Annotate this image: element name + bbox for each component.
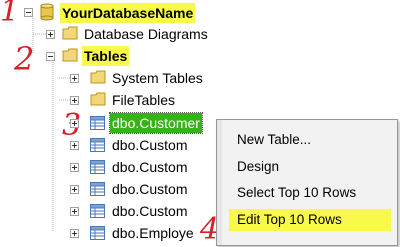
- database-node-label[interactable]: YourDatabaseName: [60, 3, 196, 23]
- context-menu: New Table... Design Select Top 10 Rows E…: [216, 119, 398, 246]
- expand-system-tables-toggle[interactable]: [70, 74, 79, 83]
- table-icon: [90, 116, 105, 130]
- expand-filetables-toggle[interactable]: [70, 96, 79, 105]
- table-label[interactable]: dbo.Custom: [110, 157, 189, 177]
- table-icon: [90, 204, 105, 218]
- menu-item-new-table[interactable]: New Table...: [237, 129, 311, 151]
- table-icon: [90, 160, 105, 174]
- menu-item-edit-top-10-rows[interactable]: Edit Top 10 Rows: [229, 209, 391, 231]
- table-label[interactable]: dbo.Employe: [110, 223, 196, 243]
- database-diagrams-label[interactable]: Database Diagrams: [82, 24, 210, 44]
- annotation-2: 2: [14, 40, 35, 78]
- database-icon: [40, 3, 54, 21]
- folder-icon: [62, 26, 78, 40]
- expand-table-toggle[interactable]: [70, 185, 79, 194]
- system-tables-label[interactable]: System Tables: [110, 68, 205, 88]
- table-label[interactable]: dbo.Custom: [110, 201, 189, 221]
- table-icon: [90, 182, 105, 196]
- collapse-database-toggle[interactable]: [24, 8, 33, 17]
- table-label[interactable]: dbo.Custom: [110, 179, 189, 199]
- folder-icon: [90, 92, 106, 106]
- tables-label[interactable]: Tables: [82, 46, 130, 66]
- menu-item-design[interactable]: Design: [237, 156, 279, 178]
- expand-table-toggle[interactable]: [70, 141, 79, 150]
- folder-icon: [90, 70, 106, 84]
- expand-table-toggle[interactable]: [70, 163, 79, 172]
- menu-item-select-top-10-rows[interactable]: Select Top 10 Rows: [237, 182, 356, 204]
- expand-table-toggle[interactable]: [70, 229, 79, 238]
- table-icon: [90, 226, 105, 240]
- expand-table-toggle[interactable]: [70, 207, 79, 216]
- table-icon: [90, 138, 105, 152]
- expand-table-toggle[interactable]: [70, 119, 79, 128]
- expand-database-diagrams-toggle[interactable]: [46, 30, 55, 39]
- annotation-1: 1: [0, 0, 20, 29]
- filetables-label[interactable]: FileTables: [110, 90, 177, 110]
- context-menu-gutter: [217, 120, 222, 245]
- table-label[interactable]: dbo.Custom: [110, 135, 189, 155]
- table-label-selected[interactable]: dbo.Customer: [109, 112, 203, 134]
- collapse-tables-toggle[interactable]: [46, 52, 55, 61]
- folder-icon: [62, 48, 78, 62]
